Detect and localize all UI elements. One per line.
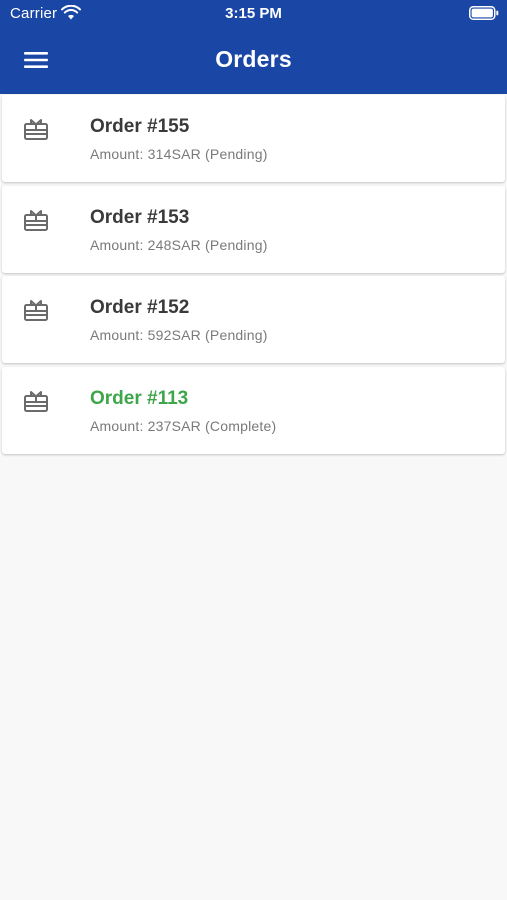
order-title: Order #155 <box>90 116 190 137</box>
status-bar: Carrier 3:15 PM <box>0 0 507 28</box>
order-amount-status: Amount: 314SAR (Pending) <box>90 146 268 162</box>
order-amount-status: Amount: 237SAR (Complete) <box>90 417 277 434</box>
battery-icon <box>469 6 499 20</box>
app-header: Carrier 3:15 PM Orders <box>0 0 507 94</box>
gift-card-icon <box>24 390 48 412</box>
page-title: Orders <box>215 46 292 72</box>
order-amount-status: Amount: 592SAR (Pending) <box>90 327 268 343</box>
gift-card-icon <box>24 209 48 231</box>
order-list-item[interactable]: Order #113 Amount: 237SAR (Complete) <box>2 366 505 454</box>
orders-list: Order #155 Amount: 314SAR (Pending) Orde… <box>2 95 505 457</box>
order-list-item[interactable]: Order #155 Amount: 314SAR (Pending) <box>2 95 505 182</box>
status-time: 3:15 PM <box>225 5 282 22</box>
order-amount-status: Amount: 248SAR (Pending) <box>90 236 268 253</box>
order-list-item[interactable]: Order #152 Amount: 592SAR (Pending) <box>2 276 505 363</box>
order-list-item[interactable]: Order #153 Amount: 248SAR (Pending) <box>2 185 505 273</box>
order-title: Order #153 <box>90 206 190 228</box>
gift-card-icon <box>24 300 48 321</box>
order-title: Order #152 <box>90 297 190 318</box>
order-title: Order #113 <box>90 387 189 409</box>
gift-card-icon <box>24 119 48 140</box>
